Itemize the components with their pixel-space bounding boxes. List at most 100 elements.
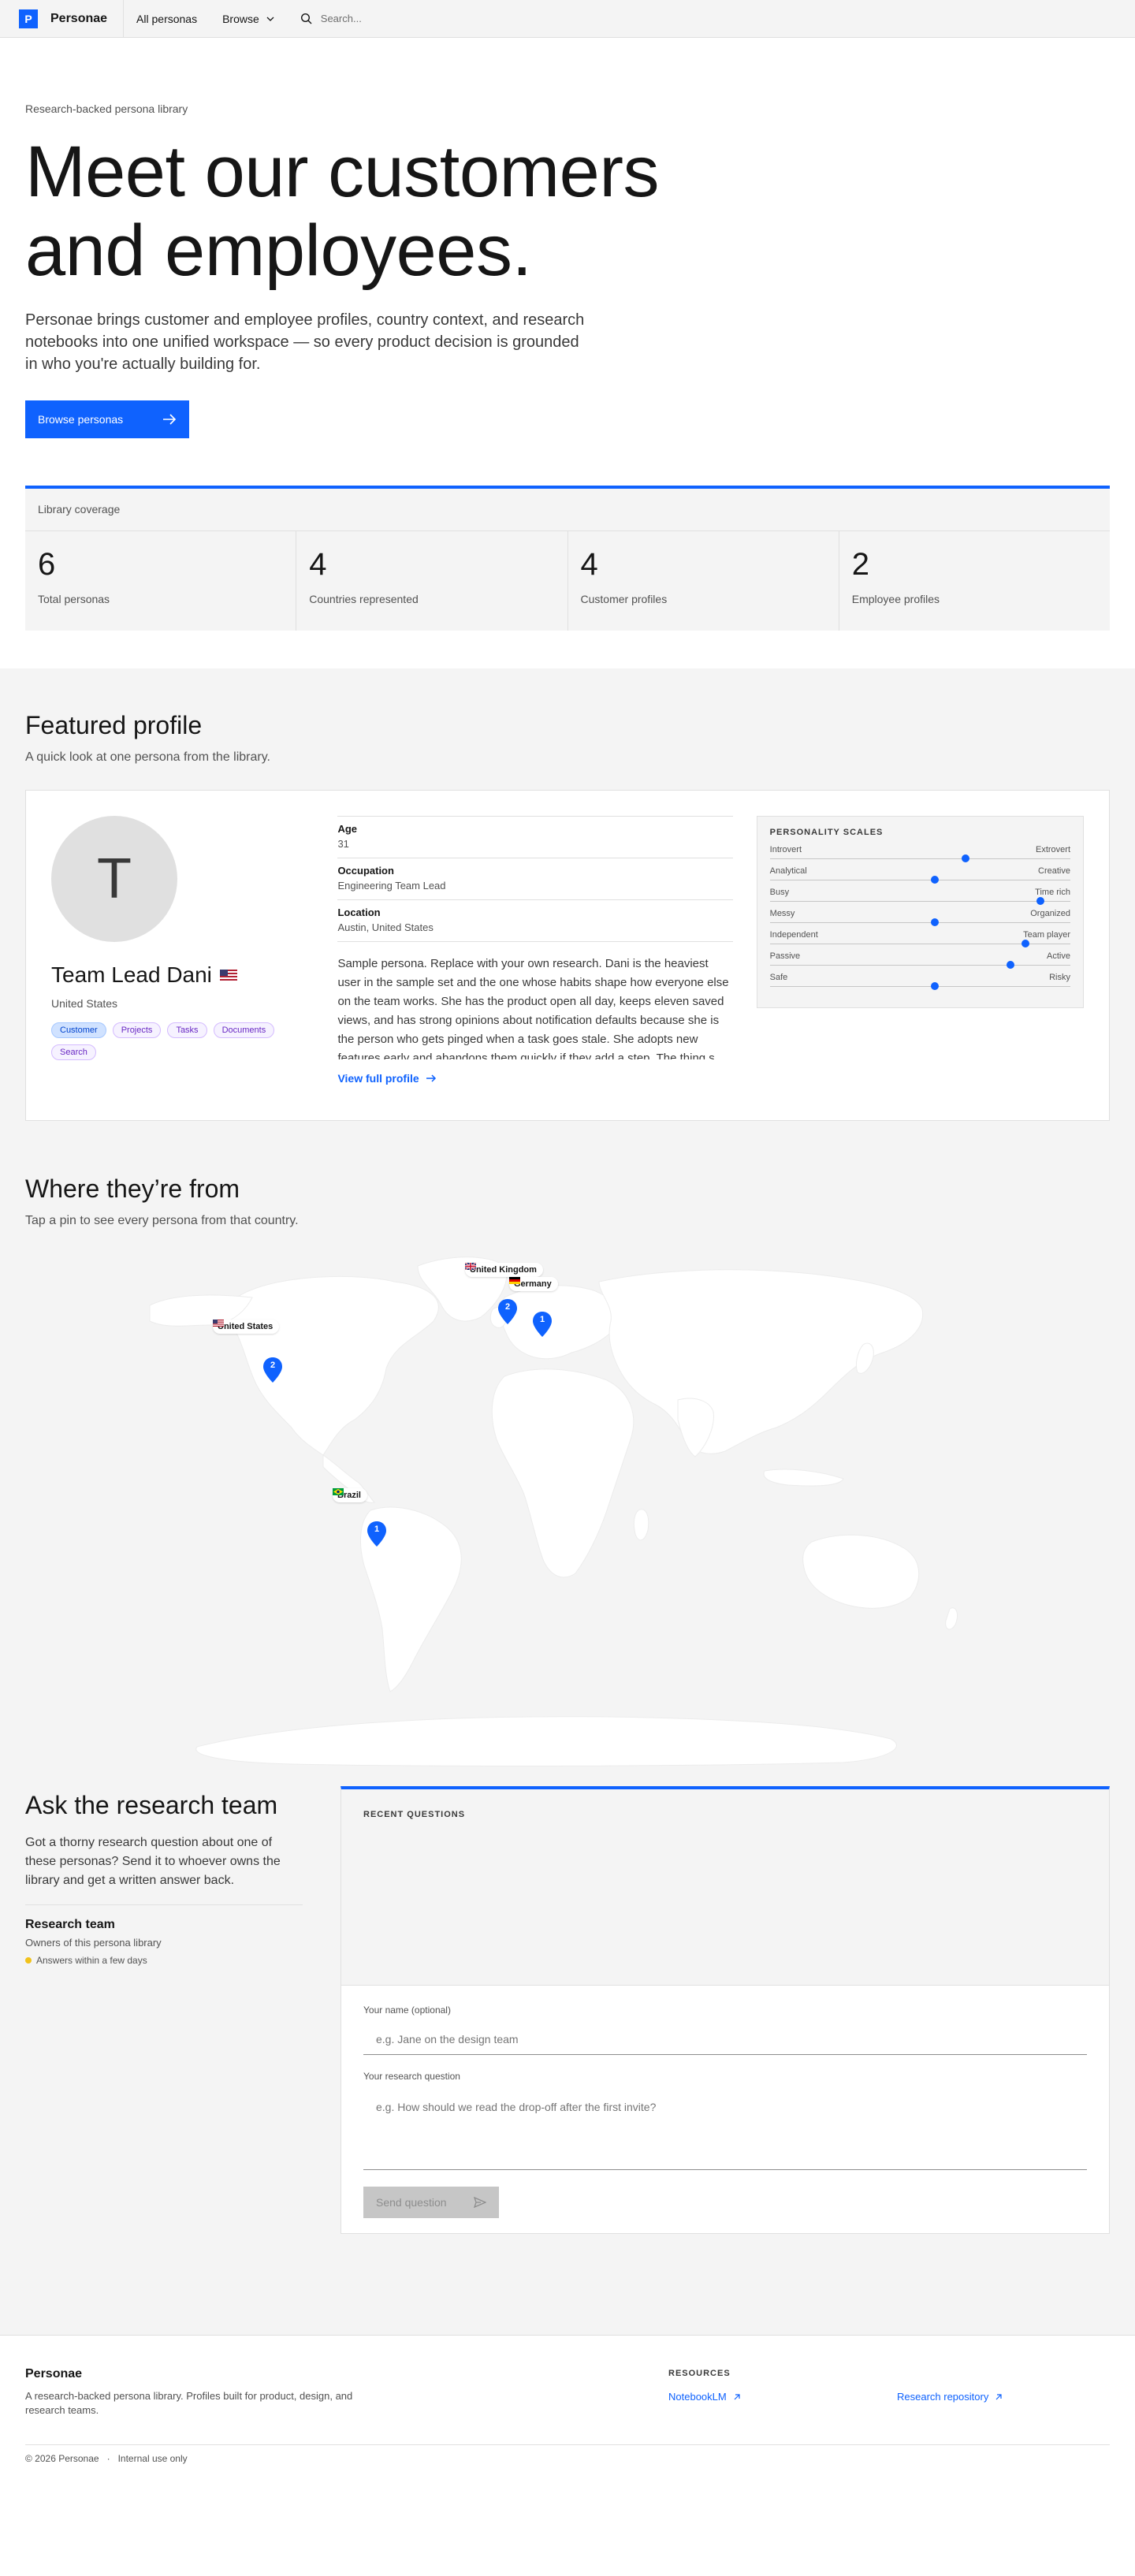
- tag-customer[interactable]: Customer: [51, 1022, 106, 1038]
- avatar: T: [51, 816, 177, 942]
- field-location: Location Austin, United States: [337, 899, 733, 941]
- pin-count: 2: [504, 1302, 511, 1312]
- footer-resources: RESOURCES NotebookLM Research repository: [668, 2369, 1110, 2403]
- scale-left-label: Independent: [769, 930, 818, 940]
- stat-value: 4: [309, 547, 327, 582]
- scale-left-label: Busy: [769, 888, 790, 897]
- pin-label-brazil[interactable]: Brazil: [333, 1488, 367, 1502]
- library-coverage: Library coverage 6 Total personas 4 Coun…: [25, 486, 1110, 631]
- scale-labels: Messy Organized: [770, 909, 1070, 918]
- continent-asia: [598, 1269, 924, 1454]
- arrow-right-icon: [163, 414, 177, 425]
- footer: Personae A research-backed persona libra…: [0, 2335, 1135, 2470]
- external-link-icon: [734, 2393, 740, 2399]
- question-textarea[interactable]: [363, 2090, 1087, 2170]
- profile-identity: T Team Lead Dani United States Customer …: [51, 816, 337, 1095]
- stat-value: 4: [580, 547, 598, 582]
- personality-scale: Messy Organized: [769, 909, 1070, 930]
- page: P Personae All personas Browse Search...…: [0, 0, 1135, 2576]
- search-icon: [300, 13, 312, 24]
- scale-right-label: Creative: [1038, 866, 1070, 876]
- nav-browse[interactable]: Browse: [210, 0, 288, 38]
- continent-africa: [491, 1368, 634, 1578]
- continent-north-america: [227, 1275, 439, 1456]
- status-dot-icon: [25, 1957, 32, 1964]
- persona-country: United States: [51, 997, 118, 1010]
- personality-scales: PERSONALITY SCALES Introvert Extrovert Ana…: [756, 816, 1084, 1008]
- field-key: Occupation: [337, 865, 394, 877]
- scale-marker: [931, 876, 940, 884]
- tag-documents[interactable]: Documents: [213, 1022, 275, 1038]
- ask-section: Ask the research team Got a thorny resea…: [0, 1786, 1135, 2335]
- scale-marker: [931, 918, 940, 926]
- scale-track: [769, 922, 1070, 923]
- arrow-right-icon: [426, 1074, 436, 1082]
- research-repository-label: Research repository: [897, 2391, 989, 2403]
- brand-name[interactable]: Personae: [50, 12, 107, 26]
- scale-right-label: Extrovert: [1035, 845, 1070, 854]
- field-value: Engineering Team Lead: [337, 880, 446, 892]
- us-flag-icon: [219, 969, 237, 981]
- view-full-profile-link[interactable]: View full profile: [337, 1072, 732, 1085]
- brazil-flag-icon: [333, 1488, 344, 1495]
- scale-track: [769, 965, 1070, 966]
- search-box[interactable]: Search...: [288, 13, 362, 25]
- hero-title-line-2: and employees.: [25, 210, 532, 291]
- external-link-icon: [995, 2393, 1002, 2399]
- notebooklm-link[interactable]: NotebookLM: [668, 2391, 897, 2403]
- landmass-new-zealand: [945, 1607, 958, 1630]
- scale-list: Introvert Extrovert Analytical Creative Busy…: [769, 845, 1070, 994]
- recent-questions-title: RECENT QUESTIONS: [363, 1810, 466, 1819]
- profile-details: Age 31 Occupation Engineering Team Lead …: [337, 816, 733, 1095]
- nav-browse-label: Browse: [222, 12, 259, 25]
- scales-title: PERSONALITY SCALES: [769, 828, 884, 837]
- stat-label: Employee profiles: [851, 593, 940, 605]
- featured-section: Featured profile A quick look at one per…: [0, 668, 1135, 1788]
- pin-label-united-states[interactable]: United States: [213, 1320, 280, 1334]
- world-map: United States 2 United Kingdom 2 Germany…: [134, 1250, 1001, 1770]
- landmass-madagascar: [633, 1509, 649, 1541]
- pin-label-germany[interactable]: Germany: [509, 1277, 558, 1291]
- scale-left-label: Passive: [769, 951, 801, 961]
- continent-australia: [802, 1534, 920, 1609]
- hero-title: Meet our customers and employees.: [25, 132, 1110, 290]
- continent-europe: [500, 1285, 619, 1360]
- tag-search[interactable]: Search: [51, 1044, 96, 1060]
- recent-questions: RECENT QUESTIONS: [340, 1786, 1110, 1985]
- stat-countries: 4 Countries represented: [296, 531, 568, 631]
- field-key: Location: [337, 906, 381, 918]
- featured-title: Featured profile: [25, 711, 203, 739]
- scale-right-label: Team player: [1023, 930, 1070, 940]
- ask-panel: RECENT QUESTIONS Your name (optional) Yo…: [340, 1786, 1110, 2335]
- name-input[interactable]: [363, 2023, 1087, 2055]
- scale-labels: Safe Risky: [770, 973, 1070, 982]
- personality-scale: Passive Active: [769, 951, 1070, 973]
- tag-projects[interactable]: Projects: [112, 1022, 162, 1038]
- scale-left-label: Messy: [769, 909, 795, 918]
- tag-tasks[interactable]: Tasks: [167, 1022, 207, 1038]
- logo-mark[interactable]: P: [19, 9, 38, 28]
- pin-count: 1: [539, 1315, 545, 1324]
- persona-name-text: Team Lead Dani: [51, 962, 212, 987]
- uk-flag-icon: [465, 1263, 476, 1270]
- scale-labels: Introvert Extrovert: [770, 845, 1070, 854]
- stat-customer-profiles: 4 Customer profiles: [568, 531, 839, 631]
- personality-scale: Introvert Extrovert: [769, 845, 1070, 866]
- scale-marker: [961, 854, 969, 862]
- copyright: © 2026 Personae: [25, 2453, 99, 2464]
- send-question-button[interactable]: Send question: [363, 2187, 499, 2218]
- scale-right-label: Time rich: [1035, 888, 1070, 897]
- research-repository-link[interactable]: Research repository: [897, 2391, 1003, 2403]
- personality-scale: Independent Team player: [769, 930, 1070, 951]
- browse-personas-button[interactable]: Browse personas: [25, 400, 189, 438]
- scale-marker: [1021, 940, 1029, 947]
- scale-track: [769, 858, 1070, 859]
- nav-all-personas[interactable]: All personas: [124, 0, 210, 38]
- chevron-down-icon: [266, 17, 274, 21]
- hero-eyebrow: Research-backed persona library: [25, 102, 188, 115]
- persona-bio: Sample persona. Replace with your own re…: [337, 941, 733, 1059]
- stat-employee-profiles: 2 Employee profiles: [839, 531, 1110, 631]
- pin-label-united-kingdom[interactable]: United Kingdom: [465, 1263, 543, 1277]
- scale-marker: [1006, 961, 1014, 969]
- stat-label: Countries represented: [309, 593, 419, 605]
